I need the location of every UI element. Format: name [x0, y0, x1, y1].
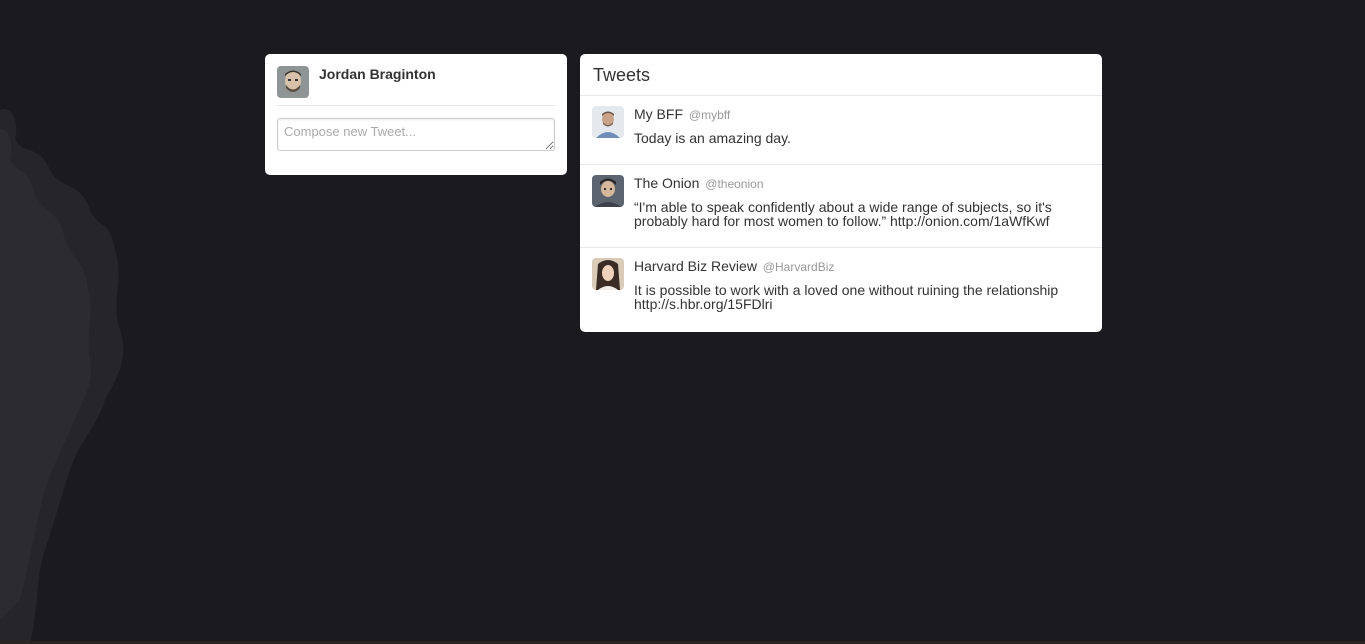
tweet-author-handle[interactable]: @mybff: [689, 108, 730, 122]
tweet-text: Today is an amazing day.: [634, 130, 791, 146]
tweet-avatar[interactable]: [592, 258, 624, 290]
background-texture: [0, 109, 124, 644]
tweet-author-name[interactable]: Harvard Biz Review: [634, 258, 757, 274]
tweet-item[interactable]: The Onion @theonion “I'm able to speak c…: [580, 165, 1102, 248]
tweet-item[interactable]: Harvard Biz Review @HarvardBiz It is pos…: [580, 248, 1102, 331]
compose-tweet-input[interactable]: [277, 118, 555, 151]
tweet-author-handle[interactable]: @theonion: [705, 177, 763, 191]
tweet-author-name[interactable]: The Onion: [634, 175, 699, 191]
profile-name[interactable]: Jordan Braginton: [319, 66, 436, 82]
user-avatar-icon: [277, 66, 309, 98]
tweets-panel: Tweets My BFF @mybff Today is an amazing…: [580, 54, 1102, 332]
tweet-text: It is possible to work with a loved one …: [634, 282, 1059, 312]
user-avatar-icon: [592, 258, 624, 290]
profile-card: Jordan Braginton: [265, 54, 567, 175]
tweet-header: The Onion @theonion: [634, 175, 1090, 193]
tweets-title: Tweets: [580, 54, 1102, 96]
tweet-avatar[interactable]: [592, 175, 624, 207]
user-avatar-icon: [592, 175, 624, 207]
tweet-header: My BFF @mybff: [634, 106, 1090, 124]
tweet-avatar[interactable]: [592, 106, 624, 138]
tweet-item[interactable]: My BFF @mybff Today is an amazing day.: [580, 96, 1102, 165]
profile-header: Jordan Braginton: [277, 66, 555, 106]
user-avatar-icon: [592, 106, 624, 138]
profile-avatar[interactable]: [277, 66, 309, 98]
tweet-text: “I'm able to speak confidently about a w…: [634, 199, 1052, 229]
tweet-author-handle[interactable]: @HarvardBiz: [763, 260, 835, 274]
tweet-author-name[interactable]: My BFF: [634, 106, 683, 122]
tweet-header: Harvard Biz Review @HarvardBiz: [634, 258, 1090, 276]
